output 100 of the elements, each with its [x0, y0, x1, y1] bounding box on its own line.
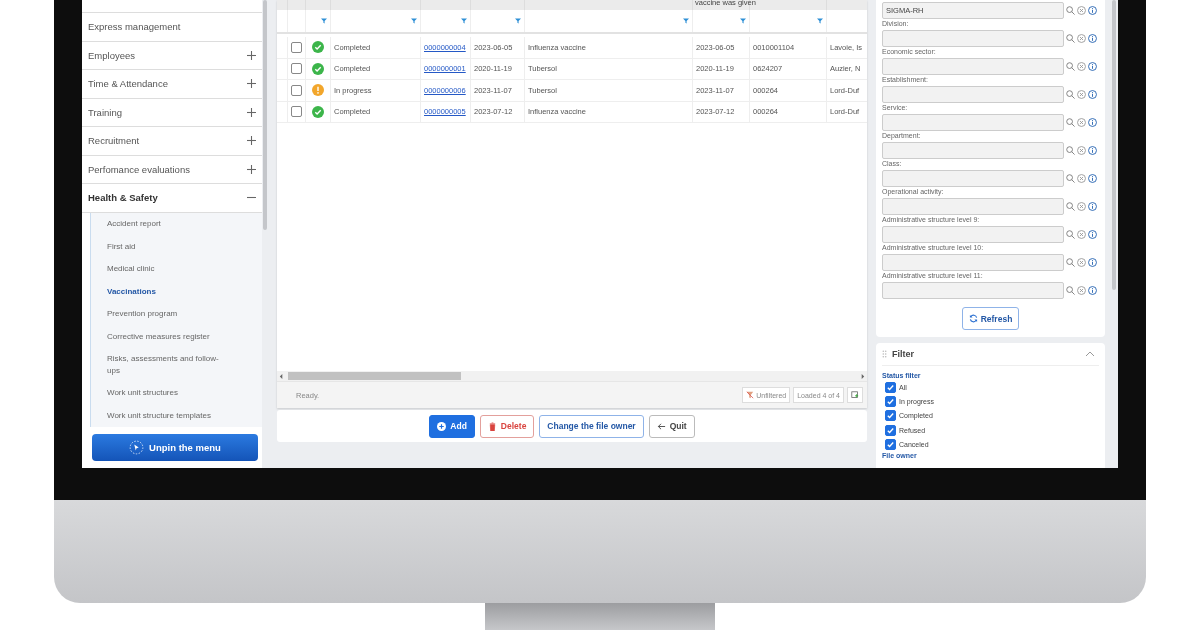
filter-icon[interactable]: [740, 18, 746, 24]
clear-icon[interactable]: [1077, 145, 1086, 155]
search-icon[interactable]: [1066, 33, 1075, 43]
info-icon[interactable]: [1088, 89, 1097, 99]
input-field[interactable]: [882, 197, 1064, 215]
search-icon[interactable]: [1066, 89, 1075, 99]
info-icon[interactable]: [1088, 33, 1097, 43]
filter-icon[interactable]: [321, 18, 327, 24]
checkbox[interactable]: [885, 424, 896, 436]
check-circle-icon: [312, 62, 324, 75]
left-arrow-icon[interactable]: [279, 373, 284, 379]
left-arrow-icon: [656, 421, 666, 431]
refresh-icon: [968, 314, 978, 323]
search-icon[interactable]: [1066, 61, 1075, 71]
add-button[interactable]: Add: [429, 414, 475, 438]
info-icon[interactable]: [1088, 257, 1097, 267]
warning-circle-icon: [312, 84, 324, 97]
menu-item[interactable]: Employees: [82, 41, 262, 70]
row-checkbox[interactable]: [291, 84, 302, 96]
search-icon[interactable]: [1066, 173, 1075, 183]
clear-icon[interactable]: [1077, 173, 1086, 183]
search-icon[interactable]: [1066, 117, 1075, 127]
clear-icon[interactable]: [1077, 285, 1086, 295]
clear-icon[interactable]: [1077, 61, 1086, 71]
search-icon[interactable]: [1066, 5, 1075, 15]
filter-icon[interactable]: [461, 18, 467, 24]
panel-title: Filter: [892, 349, 914, 359]
row-checkbox[interactable]: [291, 41, 302, 53]
menu-item[interactable]: Perfomance evaluations: [82, 155, 262, 184]
funnel-off-icon: [746, 391, 755, 399]
input-field[interactable]: [882, 141, 1064, 159]
submenu-item[interactable]: Work unit structures: [107, 381, 262, 404]
input-field[interactable]: [882, 225, 1064, 243]
caret-icon[interactable]: [1085, 351, 1095, 357]
input-field[interactable]: [882, 113, 1064, 131]
trash-icon: [487, 421, 497, 431]
clear-icon[interactable]: [1077, 33, 1086, 43]
info-icon[interactable]: [1088, 117, 1097, 127]
quit-button[interactable]: Quit: [648, 414, 695, 438]
checkbox[interactable]: [885, 438, 896, 450]
filter-icon[interactable]: [411, 18, 417, 24]
input-field[interactable]: [882, 29, 1064, 47]
input-field[interactable]: [882, 57, 1064, 75]
clear-icon[interactable]: [1077, 89, 1086, 99]
menu-item[interactable]: Health & Safety: [82, 184, 262, 213]
delete-button[interactable]: Delete: [479, 414, 535, 438]
checkbox[interactable]: [885, 381, 896, 393]
check-circle-icon: [312, 41, 324, 54]
input-field[interactable]: [882, 169, 1064, 187]
info-icon[interactable]: [1088, 173, 1097, 183]
submenu-item[interactable]: Risks, assessments and follow-ups: [107, 347, 262, 382]
search-icon[interactable]: [1066, 229, 1075, 239]
horizontal-scrollbar[interactable]: [277, 371, 867, 381]
export-button[interactable]: [847, 387, 863, 403]
submenu-item[interactable]: Accident report: [107, 212, 262, 235]
menu-item[interactable]: Time & Attendance: [82, 70, 262, 99]
scrollbar[interactable]: [1112, 0, 1116, 290]
scrollbar[interactable]: [263, 0, 267, 230]
submenu-item[interactable]: First aid: [107, 235, 262, 258]
refresh-button[interactable]: Refresh: [962, 307, 1019, 330]
check-circle-icon: [312, 105, 324, 118]
row-checkbox[interactable]: [291, 63, 302, 75]
info-icon[interactable]: [1088, 201, 1097, 211]
info-icon[interactable]: [1088, 145, 1097, 155]
input-field[interactable]: [882, 85, 1064, 103]
search-icon[interactable]: [1066, 201, 1075, 211]
info-icon[interactable]: [1088, 61, 1097, 71]
clear-icon[interactable]: [1077, 117, 1086, 127]
info-icon[interactable]: [1088, 5, 1097, 15]
checkbox[interactable]: [885, 410, 896, 422]
spreadsheet-icon: [851, 391, 859, 399]
submenu-item[interactable]: Medical clinic: [107, 257, 262, 280]
row-checkbox[interactable]: [291, 106, 302, 118]
clear-icon[interactable]: [1077, 229, 1086, 239]
right-arrow-icon[interactable]: [860, 373, 865, 379]
submenu-item[interactable]: Work unit structure templates: [107, 404, 262, 427]
menu-item[interactable]: Express management: [82, 13, 262, 42]
unpin-menu-button[interactable]: Unpin the menu: [92, 434, 258, 461]
search-icon[interactable]: [1066, 145, 1075, 155]
submenu-item[interactable]: Corrective measures register: [107, 325, 262, 348]
input-field[interactable]: [882, 253, 1064, 271]
action-button[interactable]: Change the file owner: [539, 414, 644, 438]
submenu-item[interactable]: Prevention program: [107, 302, 262, 325]
menu-item[interactable]: Training: [82, 98, 262, 127]
drag-handle-icon[interactable]: [882, 350, 887, 358]
pin-icon: [129, 440, 145, 455]
info-icon[interactable]: [1088, 285, 1097, 295]
submenu-item[interactable]: Vaccinations: [107, 280, 262, 303]
search-icon[interactable]: [1066, 257, 1075, 267]
filter-icon[interactable]: [515, 18, 521, 24]
search-icon[interactable]: [1066, 285, 1075, 295]
clear-icon[interactable]: [1077, 201, 1086, 211]
checkbox[interactable]: [885, 395, 896, 407]
filter-icon[interactable]: [683, 18, 689, 24]
info-icon[interactable]: [1088, 229, 1097, 239]
clear-icon[interactable]: [1077, 257, 1086, 267]
menu-item[interactable]: Recruitment: [82, 127, 262, 156]
clear-icon[interactable]: [1077, 5, 1086, 15]
filter-icon[interactable]: [817, 18, 823, 24]
input-field[interactable]: [882, 281, 1064, 299]
